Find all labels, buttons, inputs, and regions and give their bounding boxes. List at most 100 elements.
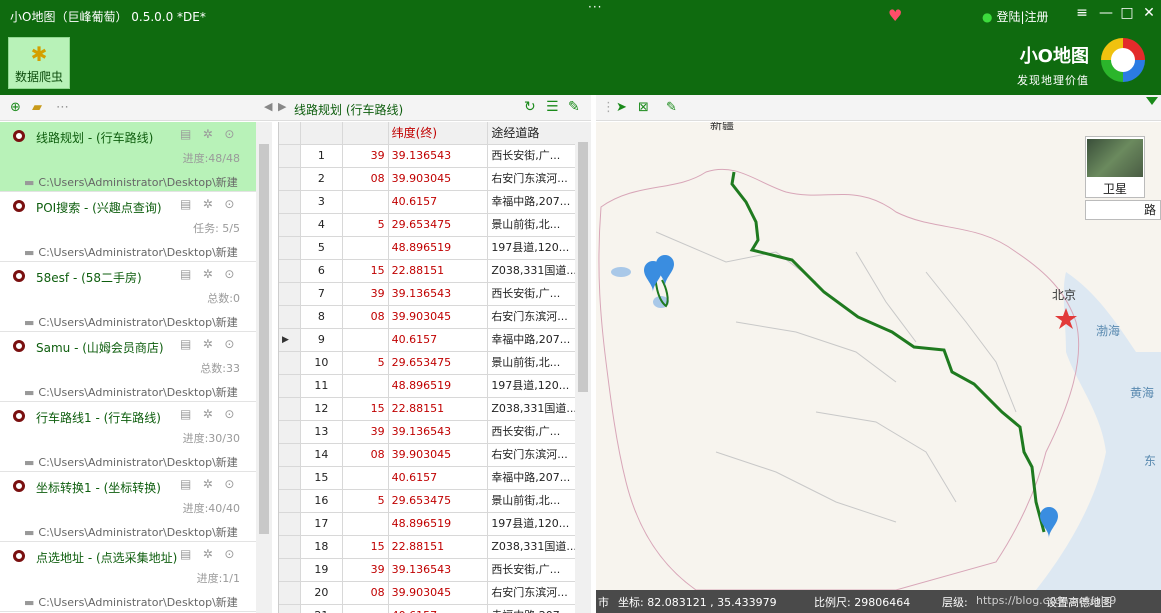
task-path[interactable]: ▬ C:\Users\Administrator\Desktop\新建 [24,594,238,610]
table-row[interactable]: 7 39 39.136543 西长安街,广... [279,283,576,306]
settings-icon[interactable]: ▤ [180,267,191,281]
extent-icon[interactable]: ⊠ [638,100,649,115]
heart-icon[interactable]: ♥ [888,6,902,25]
task-path[interactable]: ▬ C:\Users\Administrator\Desktop\新建 [24,174,238,190]
task-item[interactable]: 坐标转换1 - (坐标转换) ▤ ✲ ⊙ 进度:40/40 ▬ C:\Users\Adm… [0,472,256,542]
table-row[interactable]: 6 15 22.88151 Z038,331国道... [279,260,576,283]
task-item[interactable]: POI搜索 - (兴趣点查询) ▤ ✲ ⊙ 任务: 5/5 ▬ C:\Users\Adm… [0,192,256,262]
maximize-icon[interactable]: □ [1117,5,1137,21]
new-task-icon[interactable]: ⊕ [10,100,21,115]
row-indicator[interactable] [279,237,301,259]
scroll-thumb[interactable] [578,142,588,392]
row-indicator[interactable] [279,283,301,305]
drag-handle-icon[interactable]: ··· [588,0,602,14]
clear-icon[interactable]: ✎ [568,99,580,115]
row-indicator[interactable] [279,260,301,282]
row-indicator[interactable] [279,582,301,604]
run-icon[interactable]: ⊙ [224,197,234,211]
task-name[interactable]: 坐标转换1 - (坐标转换) [36,479,161,496]
scroll-thumb[interactable] [259,144,269,534]
settings-icon[interactable]: ▤ [180,127,191,141]
gear-icon[interactable]: ✲ [203,407,213,421]
task-item[interactable]: Samu - (山姆会员商店) ▤ ✲ ⊙ 总数:33 ▬ C:\Users\Admin… [0,332,256,402]
road-layer-button[interactable]: 路 [1085,200,1161,220]
table-row[interactable]: 16 5 29.653475 景山前街,北... [279,490,576,513]
row-indicator[interactable] [279,375,301,397]
task-name[interactable]: 点选地址 - (点选采集地址) [36,549,177,566]
gear-icon[interactable]: ✲ [203,127,213,141]
marker-pin-icon[interactable] [644,261,662,292]
run-icon[interactable]: ⊙ [224,127,234,141]
gear-icon[interactable]: ✲ [203,477,213,491]
map-view[interactable]: 新疆 北京 渤海 黄海 东 卫星 路 [596,122,1161,590]
run-icon[interactable]: ⊙ [224,547,234,561]
table-row[interactable]: 21 40.6157幸福中路,207... [279,605,576,613]
table-row[interactable]: 1 39 39.136543 西长安街,广... [279,145,576,168]
row-indicator[interactable] [279,191,301,213]
menu-icon[interactable]: ≡ [1072,5,1092,21]
lat-header[interactable]: 纬度(终) [389,122,489,144]
marker-pin-icon[interactable] [1040,507,1058,538]
open-folder-icon[interactable]: ▰ [32,100,42,115]
task-item[interactable]: 点选地址 - (点选采集地址) ▤ ✲ ⊙ 进度:1/1 ▬ C:\Users\Admi… [0,542,256,612]
row-indicator[interactable] [279,168,301,190]
task-name[interactable]: 行车路线1 - (行车路线) [36,409,161,426]
row-indicator[interactable] [279,536,301,558]
table-row[interactable]: 4 5 29.653475 景山前街,北... [279,214,576,237]
table-scrollbar[interactable] [575,122,591,613]
minimize-icon[interactable]: — [1096,5,1116,21]
table-row[interactable]: 8 08 39.903045 右安门东滨河... [279,306,576,329]
table-row[interactable]: 17 48.896519 197县道,120... [279,513,576,536]
settings-icon[interactable]: ▤ [180,547,191,561]
table-row[interactable]: 14 08 39.903045 右安门东滨河... [279,444,576,467]
task-name[interactable]: 线路规划 - (行车路线) [36,129,153,146]
settings-icon[interactable]: ▤ [180,197,191,211]
row-indicator[interactable] [279,490,301,512]
table-row[interactable]: 20 08 39.903045 右安门东滨河... [279,582,576,605]
brush-icon[interactable]: ✎ [666,100,677,115]
gear-icon[interactable]: ✲ [203,547,213,561]
row-indicator[interactable]: ▶ [279,329,301,351]
task-name[interactable]: Samu - (山姆会员商店) [36,339,164,356]
task-path[interactable]: ▬ C:\Users\Administrator\Desktop\新建 [24,524,238,540]
data-crawler-button[interactable]: ✱ 数据爬虫 [8,37,70,89]
table-row[interactable]: 10 5 29.653475 景山前街,北... [279,352,576,375]
run-icon[interactable]: ⊙ [224,267,234,281]
task-path[interactable]: ▬ C:\Users\Administrator\Desktop\新建 [24,244,238,260]
table-row[interactable]: 2 08 39.903045 右安门东滨河... [279,168,576,191]
table-row[interactable]: 5 48.896519 197县道,120... [279,237,576,260]
row-indicator[interactable] [279,352,301,374]
more-icon[interactable]: ⋯ [56,100,69,115]
list-icon[interactable]: ☰ [546,99,559,115]
gear-icon[interactable]: ✲ [203,267,213,281]
task-path[interactable]: ▬ C:\Users\Administrator\Desktop\新建 [24,314,238,330]
task-item[interactable]: 行车路线1 - (行车路线) ▤ ✲ ⊙ 进度:30/30 ▬ C:\Users\Adm… [0,402,256,472]
run-icon[interactable]: ⊙ [224,407,234,421]
task-name[interactable]: 58esf - (58二手房) [36,269,142,286]
expand-right-icon[interactable]: ▶ [278,100,286,113]
close-icon[interactable]: ✕ [1139,5,1159,21]
task-name[interactable]: POI搜索 - (兴趣点查询) [36,199,162,216]
road-header[interactable]: 途经道路 [488,122,576,144]
row-indicator[interactable] [279,398,301,420]
settings-icon[interactable]: ▤ [180,477,191,491]
pointer-icon[interactable]: ➤ [616,100,627,115]
task-item[interactable]: 58esf - (58二手房) ▤ ✲ ⊙ 总数:0 ▬ C:\Users\Admini… [0,262,256,332]
run-icon[interactable]: ⊙ [224,337,234,351]
row-indicator[interactable] [279,605,301,613]
table-row[interactable]: 13 39 39.136543 西长安街,广... [279,421,576,444]
table-row[interactable]: 3 40.6157 幸福中路,207... [279,191,576,214]
task-item[interactable]: 线路规划 - (行车路线) ▤ ✲ ⊙ 进度:48/48 ▬ C:\Users\Admi… [0,122,256,192]
table-row[interactable]: 15 40.6157 幸福中路,207... [279,467,576,490]
row-indicator[interactable] [279,513,301,535]
row-indicator[interactable] [279,467,301,489]
row-indicator[interactable] [279,145,301,167]
settings-icon[interactable]: ▤ [180,407,191,421]
login-link[interactable]: ● 登陆|注册 [982,8,1049,25]
collapse-left-icon[interactable]: ◀ [264,100,272,113]
row-indicator[interactable] [279,444,301,466]
table-row[interactable]: 12 15 22.88151 Z038,331国道... [279,398,576,421]
row-indicator[interactable] [279,559,301,581]
table-row[interactable]: 11 48.896519 197县道,120... [279,375,576,398]
settings-icon[interactable]: ▤ [180,337,191,351]
